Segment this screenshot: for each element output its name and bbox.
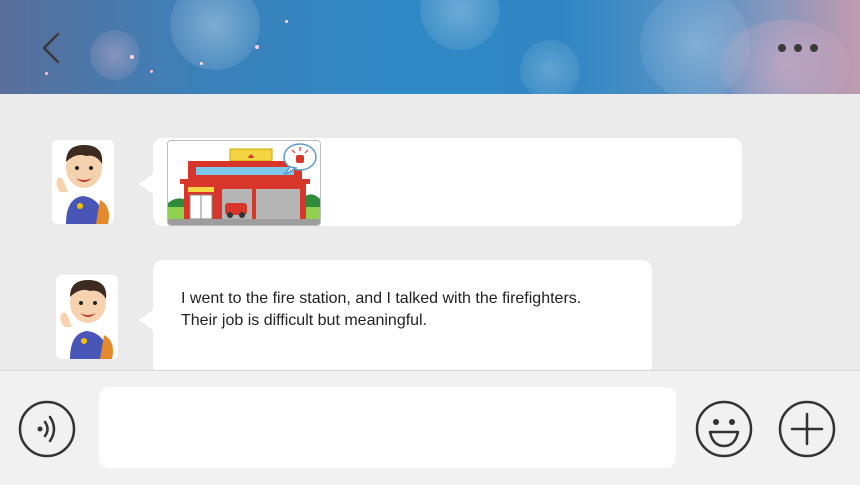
avatar[interactable] xyxy=(52,140,114,224)
plus-icon[interactable] xyxy=(778,400,836,458)
message-bubble-image[interactable] xyxy=(139,138,742,226)
message-bubble-text[interactable]: I went to the fire station, and I talked… xyxy=(139,260,652,374)
message-text: I went to the fire station, and I talked… xyxy=(181,290,582,329)
header-sparkle xyxy=(45,72,48,75)
header-sparkle xyxy=(285,20,288,23)
fire-station-image[interactable] xyxy=(167,140,321,226)
boy-avatar-icon xyxy=(56,275,118,359)
header-sparkle xyxy=(255,45,259,49)
header-sparkle xyxy=(130,55,134,59)
header-bokeh xyxy=(520,40,580,94)
header-bokeh xyxy=(170,0,260,70)
header-sparkle xyxy=(200,62,203,65)
chevron-left-icon[interactable] xyxy=(34,30,70,66)
more-dots-icon[interactable] xyxy=(776,38,820,58)
input-bar xyxy=(0,370,860,485)
header-bokeh xyxy=(420,0,500,50)
voice-icon[interactable] xyxy=(18,400,76,458)
boy-avatar-icon xyxy=(52,140,114,224)
smiley-icon[interactable] xyxy=(695,400,753,458)
avatar[interactable] xyxy=(56,275,118,359)
chat-header xyxy=(0,0,860,94)
message-input[interactable] xyxy=(99,387,676,468)
header-sparkle xyxy=(150,70,153,73)
